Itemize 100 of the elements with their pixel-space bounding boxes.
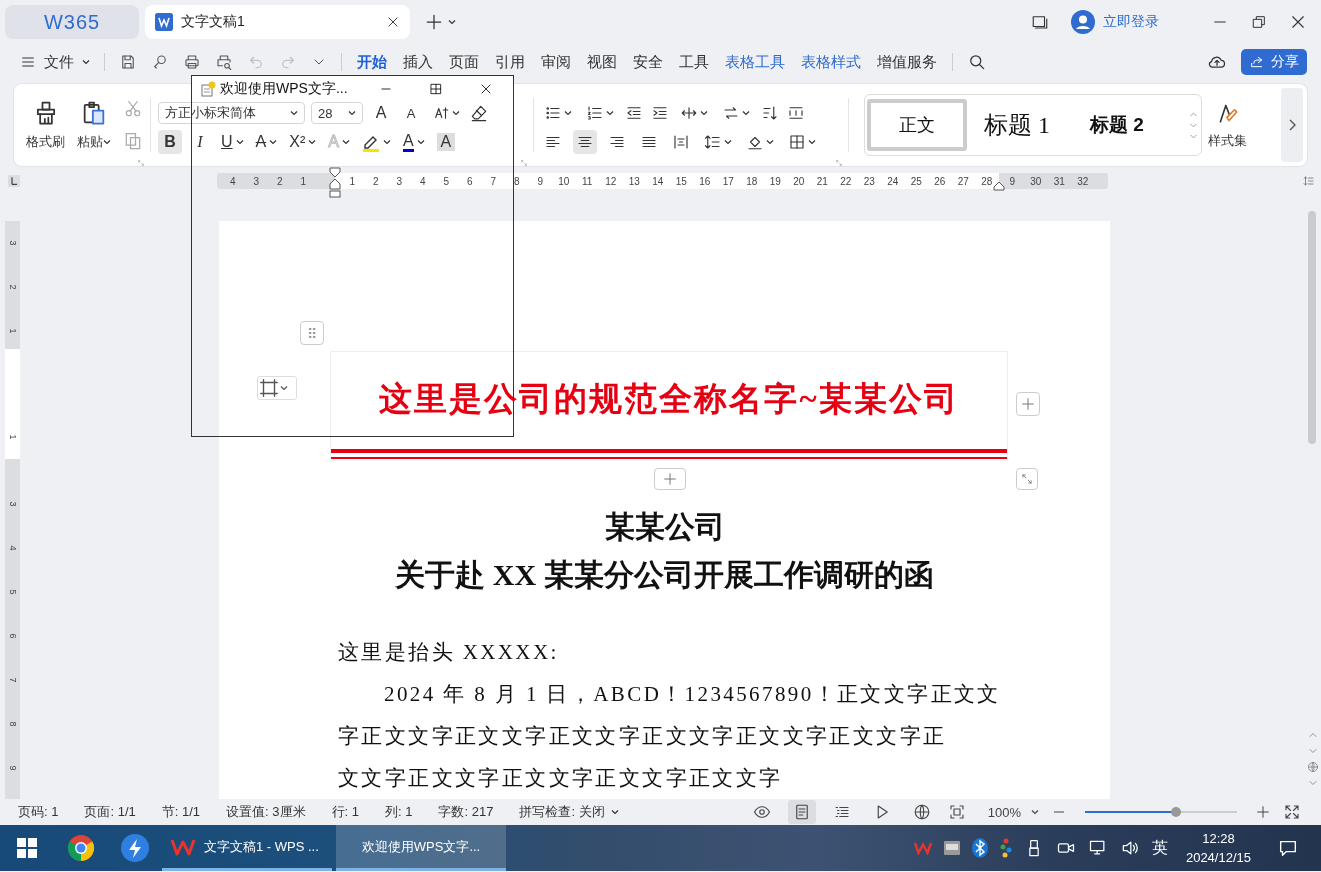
new-tab-button[interactable]: [424, 12, 456, 32]
ribbon-tab[interactable]: 表格工具: [724, 52, 786, 72]
shrink-font-button[interactable]: A: [399, 101, 423, 125]
body-text-line: 2024 年 8 月 1 日，ABCD！1234567890！正文文字正文文: [383, 681, 1001, 708]
plus-icon: [662, 471, 678, 487]
clock-date[interactable]: 2024/12/15: [1185, 848, 1251, 867]
ribbon-tab[interactable]: 引用: [494, 52, 526, 72]
spacing-arrows-icon: [680, 104, 698, 122]
taskbar-window-button[interactable]: 文字文稿1 - WPS ...: [162, 825, 332, 871]
ribbon-tab[interactable]: 审阅: [540, 52, 572, 72]
scrollbar-thumb[interactable]: [1308, 211, 1316, 444]
resize-icon: [1020, 472, 1034, 486]
vm-tray-icon[interactable]: [943, 841, 960, 855]
underline-button[interactable]: U: [218, 130, 247, 154]
taskbar-window-button[interactable]: 欢迎使用WPS文字...: [336, 825, 506, 871]
lightning-app-icon[interactable]: [121, 834, 149, 862]
ruler-number: 7: [6, 677, 19, 683]
style-option[interactable]: 正文: [867, 99, 967, 151]
browse-object-icon[interactable]: [1307, 761, 1319, 773]
drag-handle[interactable]: [300, 321, 324, 345]
login-link[interactable]: 立即登录: [1071, 10, 1159, 34]
document-icon: [200, 80, 216, 97]
strikethrough-button[interactable]: A: [252, 130, 281, 154]
start-button[interactable]: [17, 838, 37, 858]
caret-icon: [348, 109, 356, 117]
clear-format-icon[interactable]: [469, 103, 489, 123]
clipboard-launcher-icon[interactable]: [137, 159, 145, 167]
italic-button[interactable]: I: [188, 130, 212, 154]
paste-button[interactable]: 粘贴: [71, 84, 117, 166]
maximize-button[interactable]: [429, 81, 443, 96]
caret-icon: [766, 138, 774, 146]
zoom-slider-thumb[interactable]: [1171, 807, 1182, 817]
save-icon[interactable]: [119, 53, 137, 71]
spell-check-menu[interactable]: 拼写检查: 关闭: [519, 803, 619, 821]
right-indent-marker-icon[interactable]: [992, 181, 1006, 191]
ribbon-tab[interactable]: 表格样式: [800, 52, 862, 72]
table-select-button[interactable]: [257, 376, 297, 400]
ribbon-tab[interactable]: 开始: [356, 52, 388, 72]
close-button[interactable]: [1289, 13, 1307, 31]
input-method-indicator[interactable]: 英: [1151, 837, 1168, 859]
ruler-number: 18: [745, 175, 759, 187]
ruler-number: 4: [6, 545, 19, 551]
ribbon-tab[interactable]: 工具: [678, 52, 710, 72]
ribbon-tab[interactable]: 页面: [448, 52, 480, 72]
style-option[interactable]: 标题 2: [1067, 99, 1167, 151]
share-button[interactable]: 分享: [1241, 49, 1307, 75]
caret-icon: [103, 138, 111, 146]
ribbon-tab[interactable]: 增值服务: [876, 52, 938, 72]
indent-marker-icon[interactable]: [328, 167, 342, 199]
decrease-indent-icon[interactable]: [625, 104, 643, 122]
style-option[interactable]: 标题 1: [967, 99, 1067, 151]
sort-icon[interactable]: [761, 104, 779, 122]
close-icon: [386, 15, 400, 29]
ruler-number: 27: [956, 175, 970, 187]
share-icon: [1249, 54, 1265, 70]
caret-icon: [341, 138, 350, 146]
key-icon[interactable]: [151, 53, 169, 71]
columns-icon[interactable]: [787, 104, 805, 122]
print-preview-icon[interactable]: [215, 53, 233, 71]
superscript-button[interactable]: X²: [286, 130, 320, 154]
ribbon-tab[interactable]: 安全: [632, 52, 664, 72]
ruler-number: 20: [792, 175, 806, 187]
bold-button[interactable]: B: [158, 130, 182, 154]
close-button[interactable]: [479, 81, 493, 96]
grow-font-button[interactable]: A: [369, 101, 393, 125]
style-set-button[interactable]: 样式集: [1202, 84, 1253, 166]
font-color-button[interactable]: A: [399, 130, 428, 154]
file-menu[interactable]: 文件: [20, 52, 90, 72]
fit-page-icon[interactable]: [947, 803, 966, 821]
color-dots-icon[interactable]: [999, 838, 1012, 858]
document-tab[interactable]: 文字文稿1: [145, 5, 410, 39]
window-icon[interactable]: [1031, 13, 1049, 31]
caret-icon: [382, 138, 391, 146]
ruler-number: 8: [512, 175, 521, 187]
format-painter-button[interactable]: 格式刷: [20, 84, 71, 166]
caret-icon: [269, 138, 278, 146]
align-center-button[interactable]: [573, 130, 597, 154]
ruler-number: 24: [886, 175, 900, 187]
search-icon[interactable]: [967, 52, 987, 72]
restore-button[interactable]: [1251, 14, 1267, 30]
browser-icon[interactable]: [67, 834, 95, 862]
caret-icon: [700, 109, 708, 117]
caret-icon: [82, 58, 90, 66]
bluetooth-icon[interactable]: [971, 838, 988, 858]
ribbon-tab[interactable]: 插入: [402, 52, 434, 72]
page-view-button[interactable]: [787, 800, 816, 824]
zoom-menu[interactable]: 100%: [987, 804, 1039, 820]
ruler-number: 22: [839, 175, 853, 187]
font-size-field[interactable]: 28: [311, 102, 363, 124]
plus-icon: [424, 12, 444, 32]
app-logo[interactable]: W365: [5, 5, 139, 39]
ribbon-tab[interactable]: 视图: [586, 52, 618, 72]
table-select-icon: [258, 377, 280, 399]
ruler-corner-icon[interactable]: [6, 173, 22, 189]
increase-indent-icon[interactable]: [651, 104, 669, 122]
clock-time[interactable]: 12:28: [1202, 829, 1235, 848]
ruler-toggle-icon[interactable]: [1303, 175, 1315, 187]
fullscreen-icon[interactable]: [1283, 803, 1301, 821]
ruler-number: 1: [6, 434, 19, 440]
print-icon[interactable]: [183, 53, 201, 71]
